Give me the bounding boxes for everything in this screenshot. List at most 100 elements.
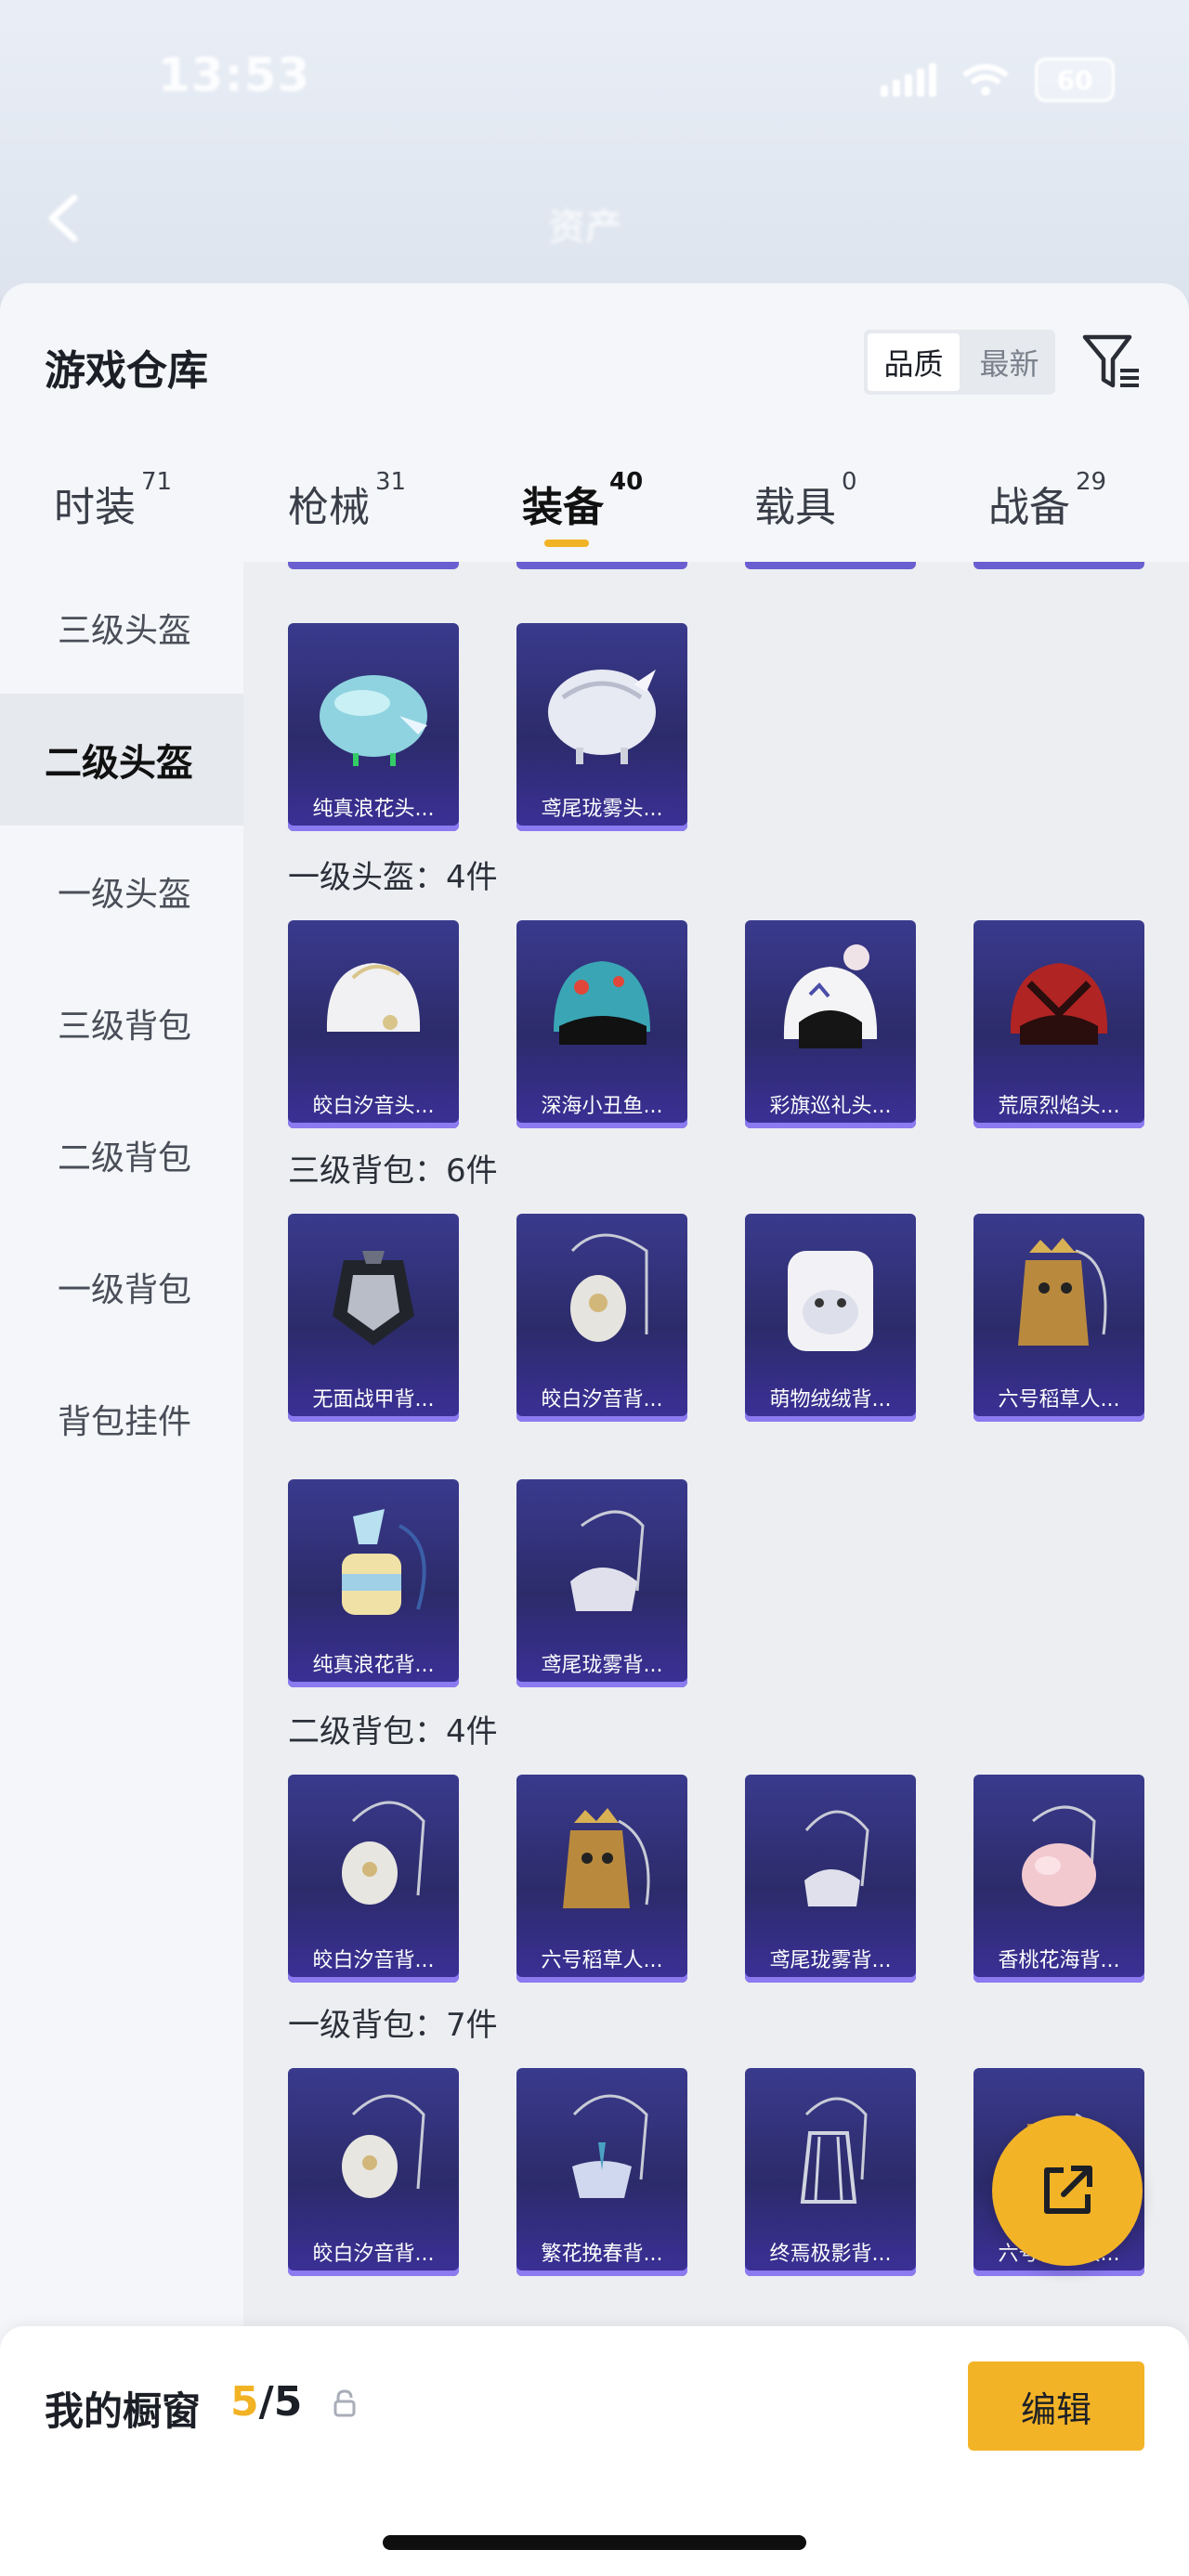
item-card[interactable]: 荒原烈焰头... bbox=[973, 920, 1144, 1128]
item-card[interactable]: 繁花挽春背... bbox=[516, 2068, 687, 2276]
tab-fashion[interactable]: 时装71 bbox=[54, 468, 172, 533]
helmet-icon bbox=[320, 675, 427, 766]
home-indicator bbox=[383, 2535, 806, 2550]
backpack-icon bbox=[800, 2097, 868, 2204]
helmet-icon bbox=[1010, 963, 1108, 1045]
sidebar-item-bag-charm[interactable]: 背包挂件 bbox=[0, 1353, 243, 1485]
item-card[interactable]: 皎白汐音背... bbox=[288, 2068, 459, 2276]
signal-icon bbox=[881, 63, 936, 97]
sort-newest[interactable]: 最新 bbox=[963, 330, 1055, 395]
item-card[interactable]: 皎白汐音头... bbox=[288, 920, 459, 1128]
tab-equipment[interactable]: 装备40 bbox=[522, 468, 643, 533]
sort-quality[interactable]: 品质 bbox=[868, 333, 960, 391]
status-icons: 60 bbox=[881, 58, 1115, 102]
section-label: 二级背包：4件 bbox=[288, 1713, 498, 1750]
item-card[interactable]: 皎白汐音背... bbox=[288, 1775, 459, 1983]
sidebar-item-helmet-3[interactable]: 三级头盔 bbox=[0, 562, 243, 694]
card-stub bbox=[516, 562, 687, 569]
item-name: 皎白汐音背... bbox=[541, 1388, 663, 1412]
item-name: 纯真浪花背... bbox=[312, 1654, 435, 1677]
helmet-icon bbox=[326, 963, 421, 1032]
status-time: 13:53 bbox=[158, 48, 311, 102]
sheet-title: 游戏仓库 bbox=[45, 347, 208, 395]
battery-icon: 60 bbox=[1035, 58, 1115, 102]
item-card[interactable]: 香桃花海背... bbox=[973, 1775, 1144, 1983]
tab-guns[interactable]: 枪械31 bbox=[288, 468, 406, 533]
item-name: 纯真浪花头... bbox=[312, 798, 435, 821]
item-card[interactable]: 萌物绒绒背... bbox=[745, 1214, 916, 1422]
item-name: 无面战甲背... bbox=[312, 1388, 435, 1412]
section-label: 一级头盔：4件 bbox=[288, 859, 498, 896]
active-tab-indicator bbox=[544, 540, 589, 547]
backpack-icon bbox=[572, 2094, 648, 2198]
backpack-icon bbox=[1018, 1238, 1107, 1346]
backpack-icon bbox=[342, 2094, 425, 2198]
item-card[interactable]: 六号稻草人... bbox=[516, 1775, 687, 1983]
backpack-icon bbox=[570, 1510, 645, 1611]
helmet-icon bbox=[783, 944, 878, 1048]
sidebar-item-helmet-2[interactable]: 二级头盔 bbox=[0, 694, 243, 826]
section-label: 一级背包：7件 bbox=[288, 2007, 498, 2044]
item-name: 香桃花海背... bbox=[998, 1949, 1120, 1972]
sidebar-item-bag-1[interactable]: 一级背包 bbox=[0, 1221, 243, 1353]
item-name: 鸢尾珑雾背... bbox=[769, 1949, 892, 1972]
page-title: 资产 bbox=[548, 206, 622, 249]
lock-icon bbox=[333, 2389, 356, 2417]
item-name: 终焉极影背... bbox=[769, 2243, 892, 2266]
item-name: 鸢尾珑雾头... bbox=[541, 798, 663, 821]
helmet-icon bbox=[548, 670, 656, 764]
sidebar-item-bag-3[interactable]: 三级背包 bbox=[0, 957, 243, 1089]
item-name: 皎白汐音背... bbox=[312, 1949, 435, 1972]
item-card[interactable]: 皎白汐音背... bbox=[516, 1214, 687, 1422]
card-stub bbox=[745, 562, 916, 569]
backpack-icon bbox=[342, 1509, 426, 1615]
tab-vehicles[interactable]: 载具0 bbox=[754, 468, 857, 533]
backpack-icon bbox=[333, 1251, 414, 1346]
item-card[interactable]: 鸢尾珑雾背... bbox=[516, 1479, 687, 1687]
card-stub bbox=[288, 562, 459, 569]
item-name: 皎白汐音背... bbox=[312, 2243, 435, 2266]
item-name: 皎白汐音头... bbox=[312, 1095, 435, 1118]
card-stub bbox=[973, 562, 1144, 569]
backpack-icon bbox=[788, 1251, 873, 1351]
item-name: 荒原烈焰头... bbox=[998, 1095, 1120, 1118]
helmet-icon bbox=[554, 961, 650, 1045]
item-card[interactable]: 六号稻草人... bbox=[973, 1214, 1144, 1422]
item-card[interactable]: 鸢尾珑雾背... bbox=[745, 1775, 916, 1983]
category-tabs: 时装71 枪械31 装备40 载具0 战备29 bbox=[0, 468, 1189, 557]
item-card[interactable]: 鸢尾珑雾头... bbox=[516, 623, 687, 831]
external-link-icon bbox=[1044, 2166, 1092, 2214]
sidebar: 三级头盔 二级头盔 一级头盔 三级背包 二级背包 一级背包 背包挂件 bbox=[0, 562, 243, 2576]
item-card[interactable]: 纯真浪花头... bbox=[288, 623, 459, 831]
backpack-icon bbox=[342, 1801, 425, 1905]
item-card[interactable]: 纯真浪花背... bbox=[288, 1479, 459, 1687]
warehouse-sheet: 游戏仓库 品质 最新 时装71 枪械31 装备40 载具0 战备29 三级头盔 … bbox=[0, 283, 1189, 2576]
showcase-count: 5/5 bbox=[230, 2378, 303, 2426]
filter-icon[interactable] bbox=[1081, 332, 1143, 393]
back-arrow-icon[interactable] bbox=[37, 190, 93, 246]
sidebar-item-helmet-1[interactable]: 一级头盔 bbox=[0, 826, 243, 957]
item-name: 六号稻草人... bbox=[998, 1388, 1120, 1412]
item-name: 鸢尾珑雾背... bbox=[541, 1654, 663, 1677]
sort-toggle: 品质 最新 bbox=[864, 330, 1055, 395]
section-label: 三级背包：6件 bbox=[288, 1152, 498, 1190]
item-card[interactable]: 终焉极影背... bbox=[745, 2068, 916, 2276]
item-grid: 纯真浪花头... 鸢尾珑雾头... 一级头盔：4件 皎白汐音头... 深海小丑鱼… bbox=[243, 562, 1189, 2576]
share-button[interactable] bbox=[992, 2115, 1143, 2266]
edit-button[interactable]: 编辑 bbox=[968, 2361, 1144, 2451]
sidebar-item-bag-2[interactable]: 二级背包 bbox=[0, 1089, 243, 1221]
item-name: 六号稻草人... bbox=[541, 1949, 663, 1972]
tab-combat-gear[interactable]: 战备29 bbox=[988, 468, 1106, 533]
item-name: 深海小丑鱼... bbox=[541, 1095, 663, 1118]
backpack-icon bbox=[570, 1233, 648, 1342]
item-name: 彩旗巡礼头... bbox=[769, 1095, 892, 1118]
item-card[interactable]: 深海小丑鱼... bbox=[516, 920, 687, 1128]
showcase-title: 我的橱窗 bbox=[45, 2388, 202, 2434]
item-card[interactable]: 无面战甲背... bbox=[288, 1214, 459, 1422]
backpack-icon bbox=[804, 1810, 869, 1906]
backpack-icon bbox=[1022, 1805, 1096, 1906]
item-card[interactable]: 彩旗巡礼头... bbox=[745, 920, 916, 1128]
backpack-icon bbox=[563, 1808, 650, 1908]
wifi-icon bbox=[962, 64, 1009, 96]
background-header: 13:53 60 资产 bbox=[0, 0, 1189, 297]
